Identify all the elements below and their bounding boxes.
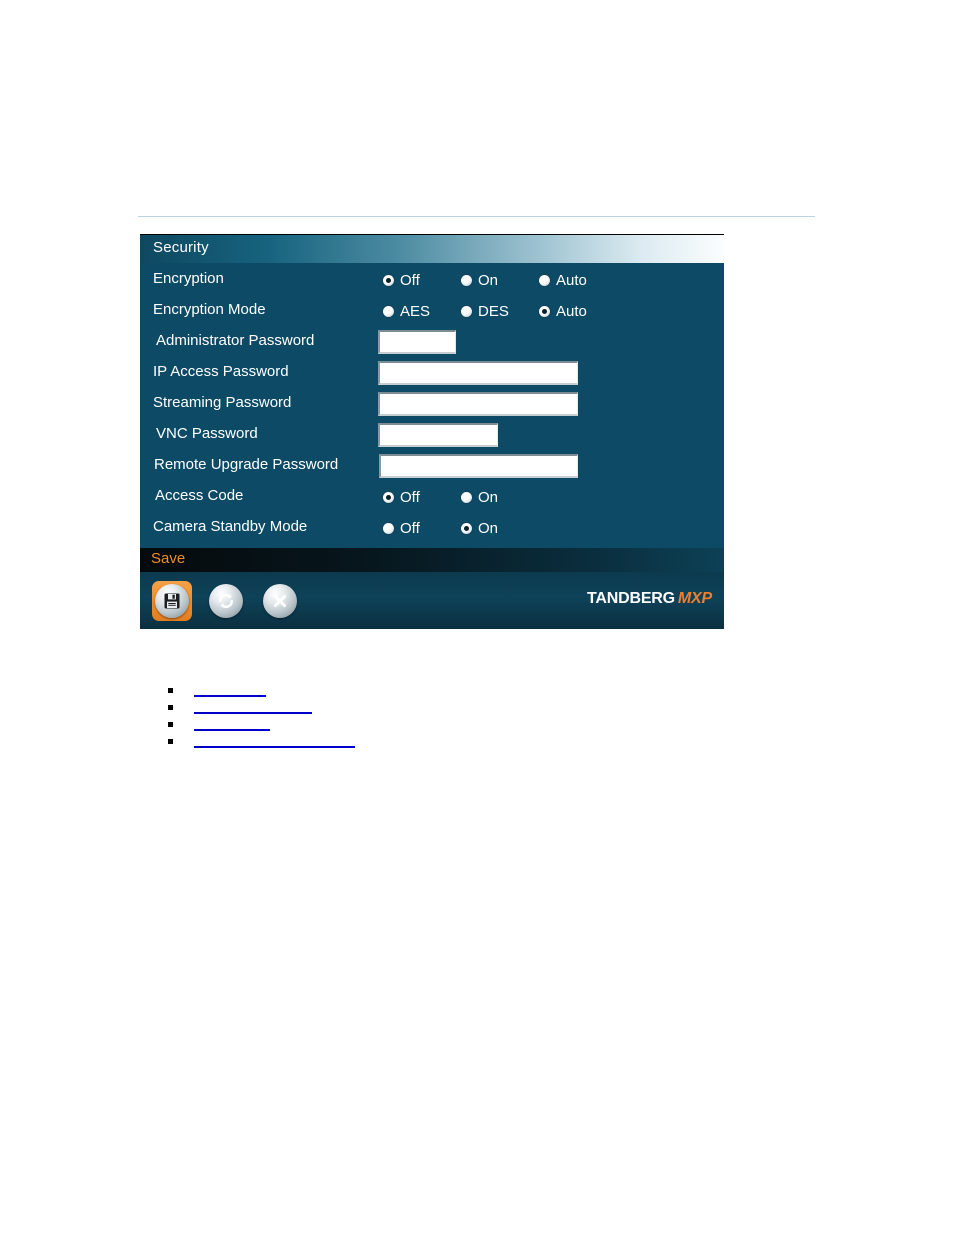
bullet-square-icon (168, 705, 173, 710)
radio-label: AES (400, 302, 431, 320)
logo-brand: TANDBERG (587, 590, 675, 607)
streaming-password-field[interactable] (378, 392, 578, 416)
label-remote-upgrade-password: Remote Upgrade Password (154, 456, 339, 473)
row-ip-access-password: IP Access Password (140, 359, 724, 389)
label-streaming-password: Streaming Password (153, 394, 292, 411)
refresh-icon (209, 584, 243, 618)
list-item (160, 716, 590, 733)
related-link[interactable] (194, 733, 355, 748)
radio-access-code-off[interactable]: Off (383, 486, 420, 508)
label-encryption-mode: Encryption Mode (153, 301, 266, 318)
radio-label: Off (400, 519, 420, 537)
radio-dot-icon (539, 274, 550, 286)
related-link[interactable] (194, 716, 270, 731)
radio-dot-icon (539, 305, 550, 317)
radio-encryption-mode-auto[interactable]: Auto (539, 300, 587, 322)
radio-encryption-auto[interactable]: Auto (539, 269, 587, 291)
vnc-password-field[interactable] (378, 423, 498, 447)
row-access-code: Access Code Off On (140, 483, 724, 513)
radio-dot-icon (461, 522, 472, 534)
bullet-square-icon (168, 739, 173, 744)
radio-encryption-on[interactable]: On (461, 269, 498, 291)
row-streaming-password: Streaming Password (140, 390, 724, 420)
radio-label: Off (400, 488, 420, 506)
radio-label: DES (478, 302, 509, 320)
radio-dot-icon (461, 305, 472, 317)
panel-toolbar: TANDBERG MXP (140, 572, 724, 629)
radio-camera-standby-on[interactable]: On (461, 517, 498, 539)
remote-upgrade-password-field[interactable] (379, 454, 578, 478)
row-administrator-password: Administrator Password (140, 328, 724, 358)
administrator-password-field[interactable] (378, 330, 456, 354)
list-item (160, 699, 590, 716)
refresh-button[interactable] (206, 581, 246, 621)
radio-dot-icon (383, 522, 394, 534)
radio-camera-standby-off[interactable]: Off (383, 517, 420, 539)
list-item (160, 682, 590, 699)
radio-dot-icon (461, 274, 472, 286)
radio-label: On (478, 488, 499, 506)
logo-sub: MXP (677, 590, 712, 607)
list-item (160, 733, 590, 750)
row-vnc-password: VNC Password (140, 421, 724, 451)
radio-label: Off (400, 271, 420, 289)
bullet-square-icon (168, 688, 173, 693)
save-status-bar: Save (140, 548, 724, 572)
radio-encryption-mode-des[interactable]: DES (461, 300, 509, 322)
related-links-list (160, 682, 590, 750)
panel-header: Security (140, 234, 724, 263)
tandberg-mxp-logo: TANDBERG MXP (587, 590, 712, 608)
radio-encryption-mode-aes[interactable]: AES (383, 300, 430, 322)
row-camera-standby-mode: Camera Standby Mode Off On (140, 514, 724, 544)
radio-label: On (478, 271, 499, 289)
radio-dot-icon (383, 491, 394, 503)
radio-encryption-off[interactable]: Off (383, 269, 420, 291)
bullet-square-icon (168, 722, 173, 727)
radio-dot-icon (383, 305, 394, 317)
label-access-code: Access Code (155, 487, 244, 504)
floppy-disk-icon (155, 584, 189, 618)
save-button[interactable] (152, 581, 192, 621)
security-settings-panel: Security Encryption Off On Auto Encrypti… (140, 234, 724, 629)
radio-dot-icon (383, 274, 394, 286)
close-x-icon (263, 584, 297, 618)
panel-title: Security (153, 239, 209, 256)
cancel-button[interactable] (260, 581, 300, 621)
row-encryption: Encryption Off On Auto (140, 266, 724, 296)
radio-dot-icon (461, 491, 472, 503)
label-administrator-password: Administrator Password (156, 332, 315, 349)
label-encryption: Encryption (153, 270, 224, 287)
related-link[interactable] (194, 699, 312, 714)
page-divider (138, 216, 815, 217)
label-vnc-password: VNC Password (156, 425, 258, 442)
settings-form: Encryption Off On Auto Encryption Mode A… (140, 263, 724, 548)
row-encryption-mode: Encryption Mode AES DES Auto (140, 297, 724, 327)
save-status-label: Save (151, 550, 186, 567)
row-remote-upgrade-password: Remote Upgrade Password (140, 452, 724, 482)
radio-label: On (478, 519, 499, 537)
radio-access-code-on[interactable]: On (461, 486, 498, 508)
radio-label: Auto (556, 302, 587, 320)
radio-label: Auto (556, 271, 587, 289)
label-camera-standby-mode: Camera Standby Mode (153, 518, 308, 535)
ip-access-password-field[interactable] (378, 361, 578, 385)
label-ip-access-password: IP Access Password (153, 363, 289, 380)
related-link[interactable] (194, 682, 266, 697)
